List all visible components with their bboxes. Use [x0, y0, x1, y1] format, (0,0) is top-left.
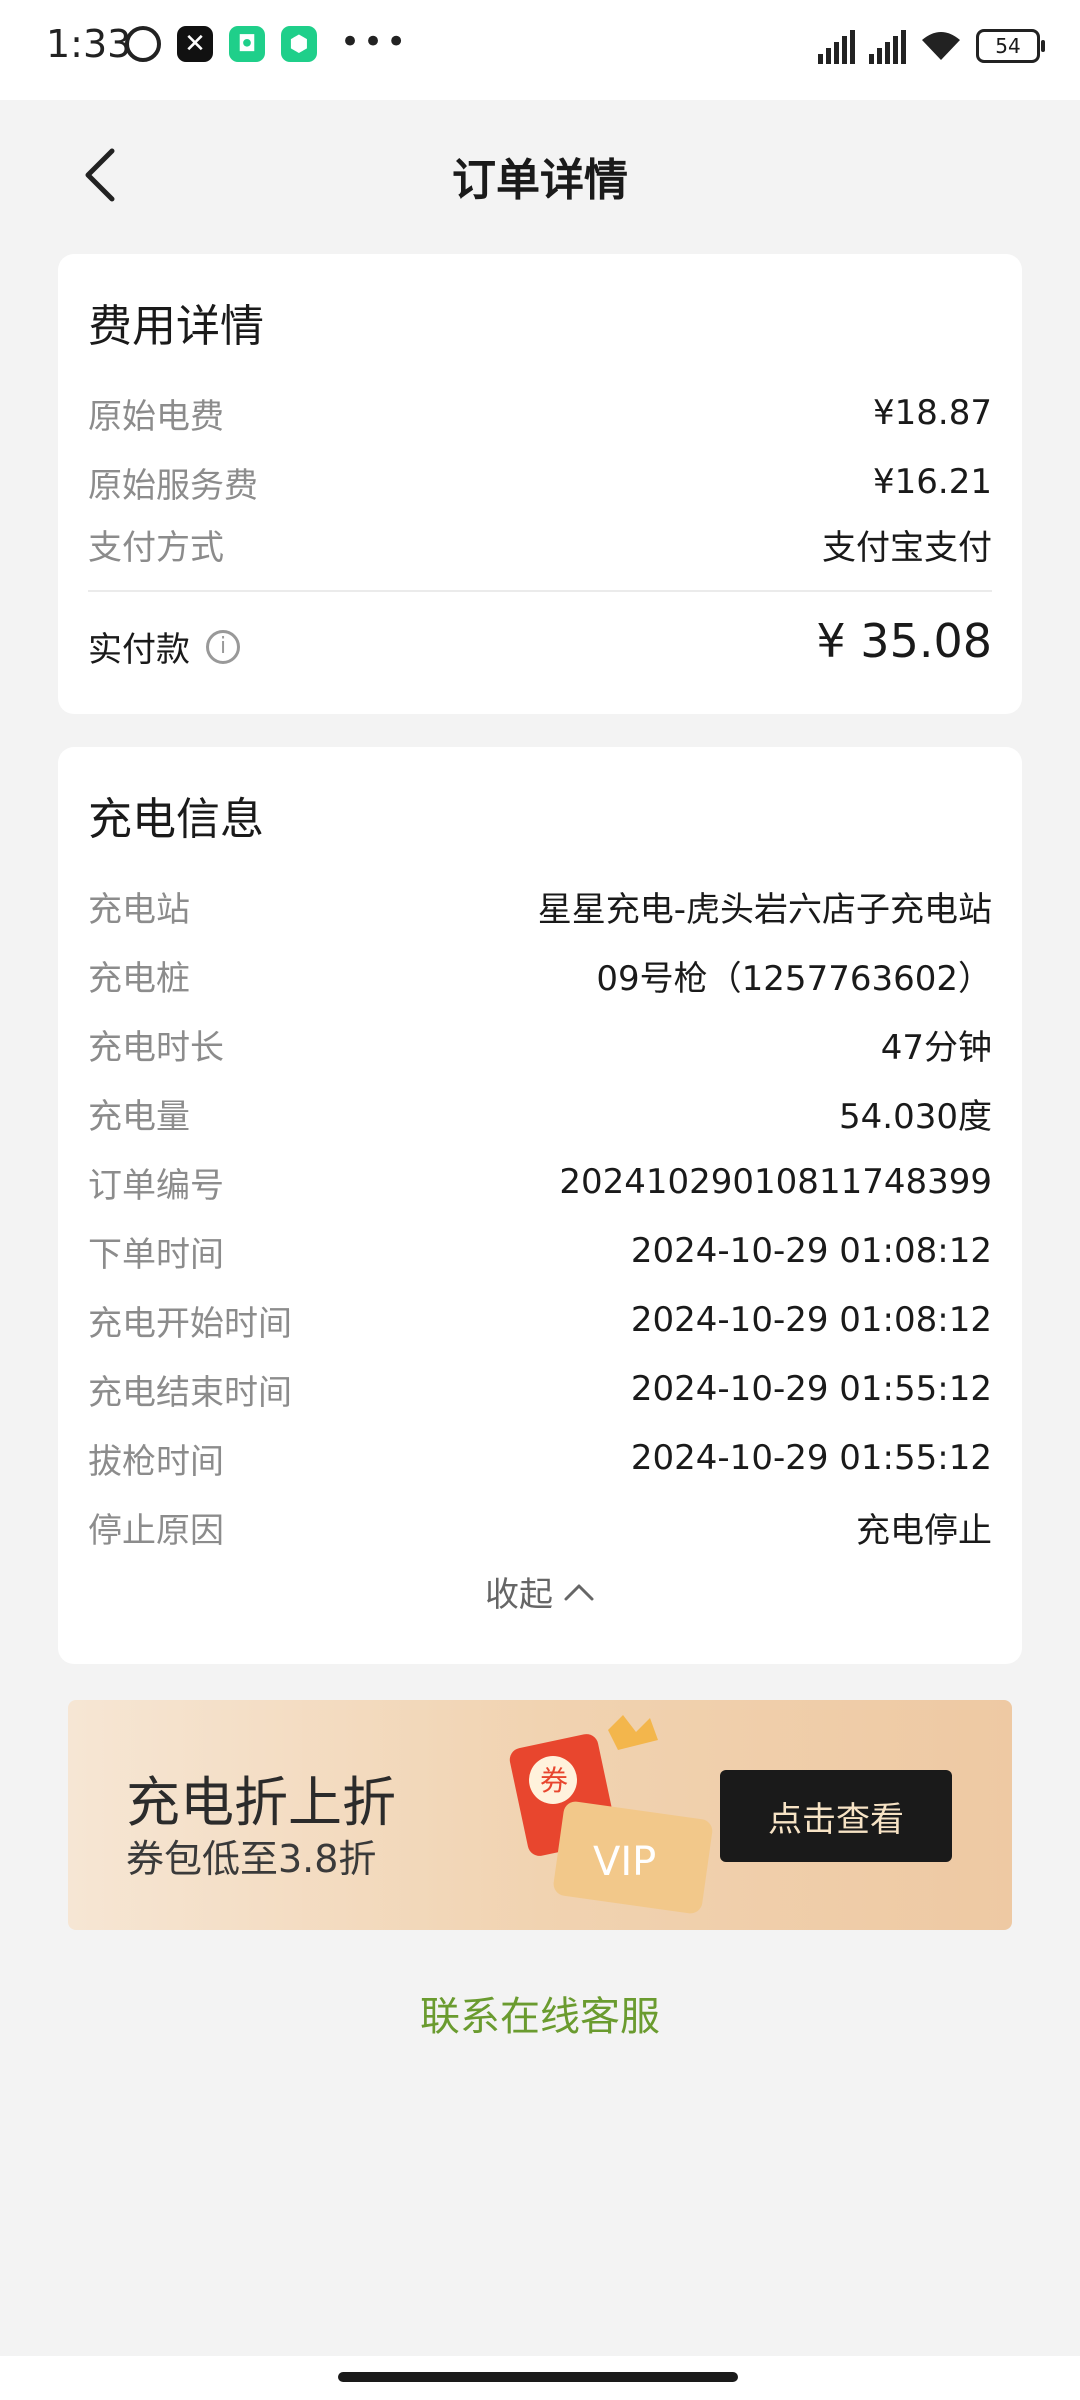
fee-row: 支付方式 支付宝支付	[88, 519, 992, 569]
charge-row: 充电站 星星充电-虎头岩六店子充电站	[88, 881, 992, 931]
banner-subtitle: 券包低至3.8折	[126, 1837, 377, 1881]
coupon-label: 券	[540, 1764, 568, 1797]
charge-row-label: 充电结束时间	[88, 1372, 292, 1413]
fee-row-label: 原始电费	[88, 396, 224, 437]
charge-row-value: 2024-10-29 01:08:12	[630, 1300, 992, 1340]
paid-label-text: 实付款	[88, 630, 190, 670]
charge-row-label: 下单时间	[88, 1234, 224, 1275]
charge-row-label: 充电桩	[88, 958, 190, 999]
page-title: 订单详情	[452, 155, 628, 206]
charge-row: 充电量 54.030度	[88, 1088, 992, 1138]
charge-row-label: 充电量	[88, 1096, 190, 1137]
contact-service-link[interactable]: 联系在线客服	[0, 1984, 1080, 2042]
fee-card-title: 费用详情	[88, 301, 264, 352]
charge-row-label: 订单编号	[88, 1165, 224, 1206]
battery-icon: 54	[976, 29, 1045, 63]
fee-row-value: ¥18.87	[873, 393, 992, 433]
fee-row-label: 原始服务费	[88, 465, 258, 506]
charge-row-label: 充电开始时间	[88, 1303, 292, 1344]
x-app-icon: ✕	[177, 26, 213, 62]
charge-row: 停止原因 充电停止	[88, 1502, 992, 1552]
charge-row: 拔枪时间 2024-10-29 01:55:12	[88, 1433, 992, 1483]
home-indicator[interactable]	[338, 2372, 738, 2382]
charge-row-label: 停止原因	[88, 1510, 224, 1551]
fee-row-value: ¥16.21	[873, 462, 992, 502]
charge-row-label: 拔枪时间	[88, 1441, 224, 1482]
charge-row-value: 2024-10-29 01:08:12	[630, 1231, 992, 1271]
green-app-icon: ◘	[229, 26, 265, 62]
signal-hd-icon	[818, 28, 855, 64]
fee-row: 原始电费 ¥18.87	[88, 388, 992, 438]
view-button[interactable]: 点击查看	[720, 1770, 952, 1862]
charge-row-label: 充电时长	[88, 1027, 224, 1068]
wifi-icon	[920, 30, 962, 62]
chevron-up-icon	[564, 1584, 594, 1600]
charge-row-label: 充电站	[88, 889, 190, 930]
status-icons-right: 54	[818, 28, 1045, 64]
charge-row-value: 星星充电-虎头岩六店子充电站	[537, 889, 992, 930]
charge-row: 充电桩 09号枪（1257763602）	[88, 950, 992, 1000]
coupon-vip-card-icon: 券 VIP	[509, 1715, 713, 1914]
battery-level: 54	[995, 34, 1021, 58]
green-shield-icon: ⬢	[281, 26, 317, 62]
banner-title: 充电折上折	[126, 1771, 396, 1834]
info-icon[interactable]: i	[206, 629, 240, 664]
charge-row-value: 09号枪（1257763602）	[596, 958, 992, 999]
charge-row: 充电时长 47分钟	[88, 1019, 992, 1069]
charge-row-value: 47分钟	[880, 1027, 992, 1068]
charge-row-value: 充电停止	[856, 1510, 992, 1551]
status-time: 1:33	[46, 22, 132, 66]
charge-row: 充电结束时间 2024-10-29 01:55:12	[88, 1364, 992, 1414]
vip-label: VIP	[593, 1839, 656, 1885]
signal-hd-icon	[869, 28, 906, 64]
charge-row: 下单时间 2024-10-29 01:08:12	[88, 1226, 992, 1276]
fee-row-value: 支付宝支付	[822, 527, 992, 568]
more-dots-icon: •••	[340, 22, 410, 62]
collapse-label: 收起	[485, 1575, 553, 1615]
status-bar: 1:33 ✕ ◘ ⬢ ••• 54	[0, 0, 1080, 100]
paid-amount: ¥ 35.08	[816, 614, 992, 668]
fee-details-card: 费用详情 原始电费 ¥18.87 原始服务费 ¥16.21 支付方式 支付宝支付…	[58, 254, 1022, 714]
fee-row: 原始服务费 ¥16.21	[88, 457, 992, 507]
fee-row-label: 支付方式	[88, 527, 224, 568]
collapse-button[interactable]: 收起	[58, 1567, 1022, 1616]
charge-info-card: 充电信息 充电站 星星充电-虎头岩六店子充电站 充电桩 09号枪（1257763…	[58, 747, 1022, 1664]
charge-row-value: 54.030度	[839, 1096, 992, 1137]
alarm-icon	[125, 26, 161, 62]
status-icons-left: ✕ ◘ ⬢	[125, 26, 317, 62]
fee-divider	[88, 590, 992, 592]
charge-row: 充电开始时间 2024-10-29 01:08:12	[88, 1295, 992, 1345]
charge-row-value: 2024-10-29 01:55:12	[630, 1369, 992, 1409]
charge-row: 订单编号 202410290108117483​99	[88, 1157, 992, 1207]
charge-row-value: 2024-10-29 01:55:12	[630, 1438, 992, 1478]
promo-banner[interactable]: 充电折上折 券包低至3.8折 券 VIP 点击查看	[68, 1700, 1012, 1930]
charge-row-value: 202410290108117483​99	[559, 1162, 992, 1202]
paid-label: 实付款 i	[88, 622, 240, 671]
charge-card-title: 充电信息	[88, 794, 264, 845]
